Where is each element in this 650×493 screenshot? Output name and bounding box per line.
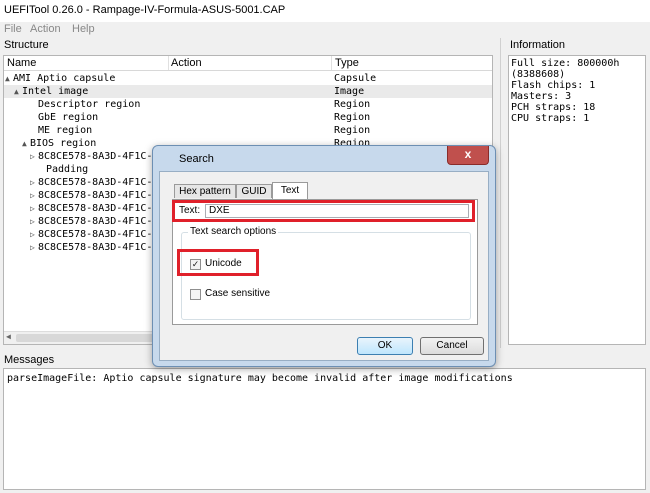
tree-row-label: BIOS region — [30, 138, 97, 149]
messages-panel[interactable]: parseImageFile: Aptio capsule signature … — [3, 368, 646, 490]
tree-row-name: ▷ 8C8CE578-8A3D-4F1C-9… — [30, 150, 164, 163]
group-label: Text search options — [188, 226, 279, 237]
tree-row-type: Region — [334, 112, 371, 123]
tree-row-name: ▲ BIOS region — [22, 137, 96, 150]
tree-row-label: Descriptor region — [38, 99, 141, 110]
expand-arrow-icon[interactable]: ▷ — [30, 241, 38, 254]
column-name[interactable]: Name — [7, 57, 36, 69]
menu-bar: File Action Help — [0, 22, 650, 36]
info-line: Full size: 800000h — [511, 58, 620, 69]
tree-header: Name Action Type — [4, 56, 492, 71]
tab-hex-pattern[interactable]: Hex pattern — [174, 184, 236, 198]
tree-row-name: GbE region — [30, 111, 98, 124]
message-line: parseImageFile: Aptio capsule signature … — [7, 373, 513, 384]
info-line: CPU straps: 1 — [511, 113, 590, 124]
tree-row[interactable]: ▲ AMI Aptio capsule Capsule — [4, 72, 492, 85]
tree-row-label: 8C8CE578-8A3D-4F1C-9… — [38, 151, 165, 162]
ok-button[interactable]: OK — [357, 337, 413, 355]
text-search-options-group: Text search options ✓ Unicode Case sensi… — [181, 226, 471, 320]
info-line: Flash chips: 1 — [511, 80, 596, 91]
tree-row-name: Padding — [38, 163, 88, 176]
tree-row-name: ▲ AMI Aptio capsule — [5, 72, 115, 85]
tree-row-name: ▷ 8C8CE578-8A3D-4F1C-9… — [30, 228, 164, 241]
messages-label: Messages — [4, 354, 55, 366]
expand-arrow-icon[interactable]: ▷ — [30, 202, 38, 215]
tree-row-name: ▷ 8C8CE578-8A3D-4F1C-9… — [30, 215, 164, 228]
tree-row-name: ME region — [30, 124, 92, 137]
tree-row-name: ▷ 8C8CE578-8A3D-4F1C-9… — [30, 202, 164, 215]
tree-row-type: Region — [334, 125, 371, 136]
expand-arrow-icon[interactable]: ▷ — [30, 228, 38, 241]
expand-arrow-icon[interactable]: ▷ — [30, 176, 38, 189]
tree-row-label: 8C8CE578-8A3D-4F1C-9… — [38, 177, 165, 188]
expand-arrow-icon[interactable]: ▲ — [14, 85, 22, 98]
info-line: Masters: 3 — [511, 91, 572, 102]
tree-row-label: Padding — [46, 164, 89, 175]
column-action[interactable]: Action — [171, 57, 202, 69]
tree-row-label: 8C8CE578-8A3D-4F1C-9… — [38, 190, 165, 201]
title-bar: UEFITool 0.26.0 - Rampage-IV-Formula-ASU… — [0, 0, 650, 22]
dialog-title: Search — [179, 153, 214, 165]
tree-row-label: 8C8CE578-8A3D-4F1C-9… — [38, 242, 165, 253]
tree-row-name: ▷ 8C8CE578-8A3D-4F1C-9… — [30, 176, 164, 189]
expand-arrow-icon[interactable]: ▷ — [30, 215, 38, 228]
tree-row-type: Image — [334, 86, 365, 97]
tab-text[interactable]: Text — [272, 182, 308, 199]
tree-row-label: ME region — [38, 125, 93, 136]
tree-row-label: 8C8CE578-8A3D-4F1C-9… — [38, 216, 165, 227]
expand-arrow-icon[interactable]: ▷ — [30, 189, 38, 202]
tree-row-label: Intel image — [22, 86, 89, 97]
tree-row-name: Descriptor region — [30, 98, 140, 111]
tree-row-label: AMI Aptio capsule — [13, 73, 116, 84]
case-sensitive-label[interactable]: Case sensitive — [205, 288, 270, 299]
column-type[interactable]: Type — [335, 57, 359, 69]
unicode-highlight — [177, 249, 259, 276]
tree-row-type: Capsule — [334, 73, 377, 84]
tree-row-name: ▷ 8C8CE578-8A3D-4F1C-9… — [30, 241, 164, 254]
info-line: PCH straps: 18 — [511, 102, 596, 113]
tree-row-label: GbE region — [38, 112, 99, 123]
expand-arrow-icon[interactable]: ▷ — [30, 150, 38, 163]
scroll-left-icon[interactable]: ◀ — [6, 332, 11, 341]
information-label: Information — [510, 39, 566, 51]
text-field-highlight — [172, 200, 475, 222]
tree-row-type: Region — [334, 99, 371, 110]
tree-row-label: 8C8CE578-8A3D-4F1C-9… — [38, 203, 165, 214]
tree-row[interactable]: GbE region Region — [4, 111, 492, 124]
expand-arrow-icon[interactable]: ▲ — [22, 137, 30, 150]
expand-arrow-icon[interactable]: ▲ — [5, 72, 13, 85]
tree-row-name: ▷ 8C8CE578-8A3D-4F1C-9… — [30, 189, 164, 202]
info-line: (8388608) — [511, 69, 566, 80]
menu-file[interactable]: File — [4, 23, 22, 35]
tree-row-name: ▲ Intel image — [14, 85, 88, 98]
menu-action[interactable]: Action — [30, 23, 61, 35]
menu-help[interactable]: Help — [72, 23, 95, 35]
panel-splitter[interactable] — [500, 38, 501, 348]
information-panel: Full size: 800000h (8388608) Flash chips… — [508, 55, 646, 345]
cancel-button[interactable]: Cancel — [420, 337, 484, 355]
tree-row-label: 8C8CE578-8A3D-4F1C-9… — [38, 229, 165, 240]
tab-guid[interactable]: GUID — [236, 184, 272, 198]
window-title: UEFITool 0.26.0 - Rampage-IV-Formula-ASU… — [4, 4, 286, 16]
case-sensitive-checkbox[interactable] — [190, 289, 201, 300]
tree-row[interactable]: Descriptor region Region — [4, 98, 492, 111]
tree-row[interactable]: ▲ Intel image Image — [4, 85, 492, 98]
structure-label: Structure — [4, 39, 49, 51]
close-icon[interactable]: x — [447, 146, 489, 165]
tree-row[interactable]: ME region Region — [4, 124, 492, 137]
